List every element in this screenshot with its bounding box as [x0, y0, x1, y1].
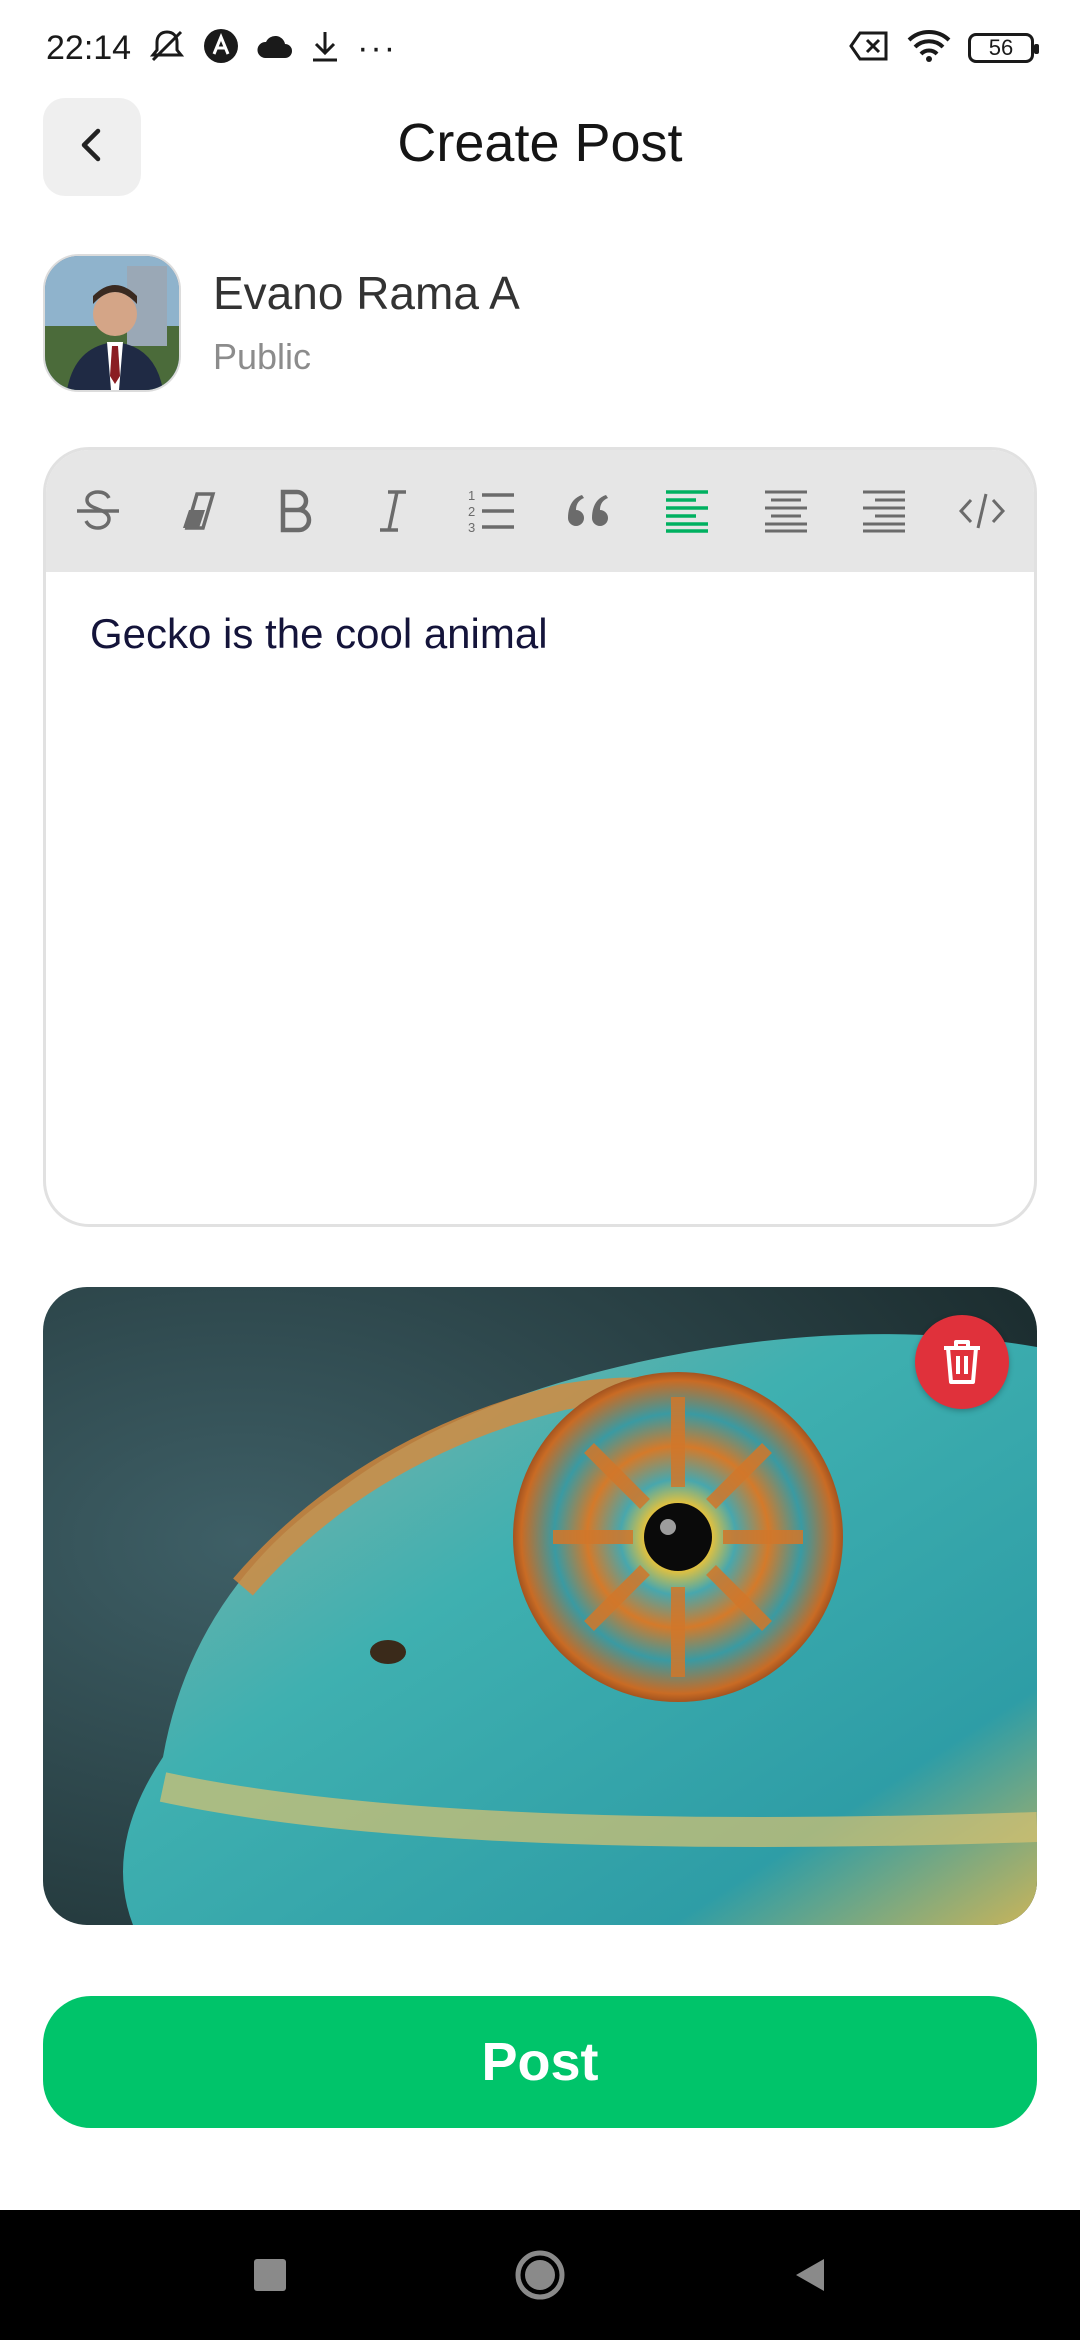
download-icon: [309, 29, 341, 68]
ordered-list-button[interactable]: 1 2 3: [453, 473, 529, 549]
post-button[interactable]: Post: [43, 1996, 1037, 2128]
header: Create Post: [0, 98, 1080, 198]
circle-icon: [515, 2250, 565, 2300]
post-editor: 1 2 3 Gecko is the cool animal: [43, 447, 1037, 1227]
eraser-icon: [183, 492, 216, 530]
clear-format-button[interactable]: [158, 473, 234, 549]
svg-text:1: 1: [468, 488, 475, 503]
align-right-button[interactable]: [846, 473, 922, 549]
svg-text:3: 3: [468, 520, 475, 535]
align-right-icon: [862, 490, 905, 533]
chameleon-image: [43, 1287, 1037, 1925]
app-notification-icon: [203, 28, 239, 69]
quote-icon: [568, 495, 609, 526]
status-bar: 22:14 ··· 56: [0, 0, 1080, 96]
more-icon: ···: [357, 28, 398, 67]
post-text-area[interactable]: Gecko is the cool animal: [46, 572, 1034, 696]
align-left-icon: [666, 490, 709, 533]
page-title: Create Post: [397, 113, 683, 173]
status-time: 22:14: [46, 28, 132, 67]
attached-image: [43, 1287, 1037, 1925]
code-button[interactable]: [944, 473, 1020, 549]
triangle-back-icon: [796, 2259, 824, 2291]
align-center-icon: [764, 490, 807, 533]
post-visibility[interactable]: Public: [213, 336, 520, 378]
sim-off-icon: [848, 30, 890, 67]
italic-icon: [379, 490, 406, 532]
square-icon: [254, 2259, 286, 2291]
create-post-screen: 22:14 ··· 56 Create Post Evano Rama A Pu…: [0, 0, 1080, 2340]
code-icon: [958, 493, 1005, 529]
trash-icon: [944, 1340, 980, 1384]
author-name: Evano Rama A: [213, 266, 520, 319]
mute-icon: [147, 28, 187, 69]
formatting-toolbar: 1 2 3: [46, 450, 1034, 572]
back-nav-button[interactable]: [775, 2240, 845, 2310]
cloud-icon: [255, 32, 293, 65]
avatar: [43, 254, 181, 392]
recent-apps-button[interactable]: [235, 2240, 305, 2310]
bold-icon: [281, 489, 312, 533]
author-info: Evano Rama A Public: [43, 254, 520, 392]
ordered-list-icon: 1 2 3: [468, 488, 514, 535]
home-button[interactable]: [505, 2240, 575, 2310]
wifi-icon: [906, 28, 952, 69]
strikethrough-icon: [77, 490, 119, 530]
delete-image-button[interactable]: [915, 1315, 1009, 1409]
italic-button[interactable]: [355, 473, 431, 549]
system-nav-bar: [0, 2210, 1080, 2340]
strikethrough-button[interactable]: [60, 473, 136, 549]
blockquote-button[interactable]: [551, 473, 627, 549]
bold-button[interactable]: [256, 473, 332, 549]
battery-indicator: 56: [968, 33, 1039, 63]
align-left-button[interactable]: [649, 473, 725, 549]
svg-text:2: 2: [468, 504, 475, 519]
align-center-button[interactable]: [748, 473, 824, 549]
